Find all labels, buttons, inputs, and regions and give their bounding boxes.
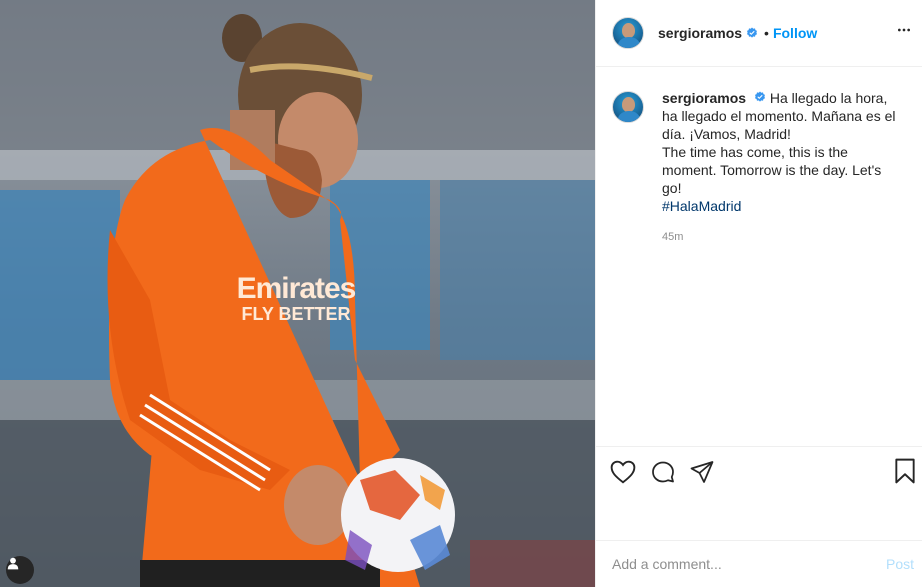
heart-icon[interactable]: [610, 452, 650, 492]
post-timestamp[interactable]: 45m: [662, 228, 902, 246]
bookmark-icon[interactable]: [894, 458, 916, 489]
post-photo[interactable]: Emirates FLY BETTER: [0, 0, 595, 587]
jersey-sponsor-text: Emirates FLY BETTER: [236, 272, 357, 325]
verified-badge-icon: [746, 27, 758, 39]
caption-body: sergioramos Ha llegado la hora, ha llega…: [662, 89, 902, 246]
jersey-sponsor-line2: FLY BETTER: [241, 304, 351, 324]
post-comment-button[interactable]: Post: [886, 556, 914, 572]
avatar[interactable]: [612, 17, 644, 49]
verified-badge-icon: [754, 91, 766, 103]
comment-icon[interactable]: [650, 452, 690, 492]
caption-avatar[interactable]: [612, 91, 644, 123]
post-caption: sergioramos Ha llegado la hora, ha llega…: [596, 67, 922, 246]
comment-bar: Post: [596, 540, 922, 587]
post-header: sergioramos • Follow: [596, 0, 922, 67]
jersey-sponsor-line1: Emirates: [236, 272, 357, 305]
header-username[interactable]: sergioramos: [658, 25, 742, 41]
user-icon: [7, 557, 19, 570]
separator-dot: •: [764, 25, 769, 41]
comment-input[interactable]: [612, 556, 886, 572]
paper-plane-icon[interactable]: [690, 452, 730, 492]
tagged-users-button[interactable]: [6, 556, 34, 584]
hashtag-link[interactable]: #HalaMadrid: [662, 198, 741, 214]
caption-username[interactable]: sergioramos: [662, 90, 746, 106]
action-bar: [596, 446, 922, 496]
post-side-panel: sergioramos • Follow sergioramos Ha lleg…: [595, 0, 922, 587]
follow-button[interactable]: Follow: [773, 25, 817, 41]
more-options-icon[interactable]: [896, 22, 912, 43]
